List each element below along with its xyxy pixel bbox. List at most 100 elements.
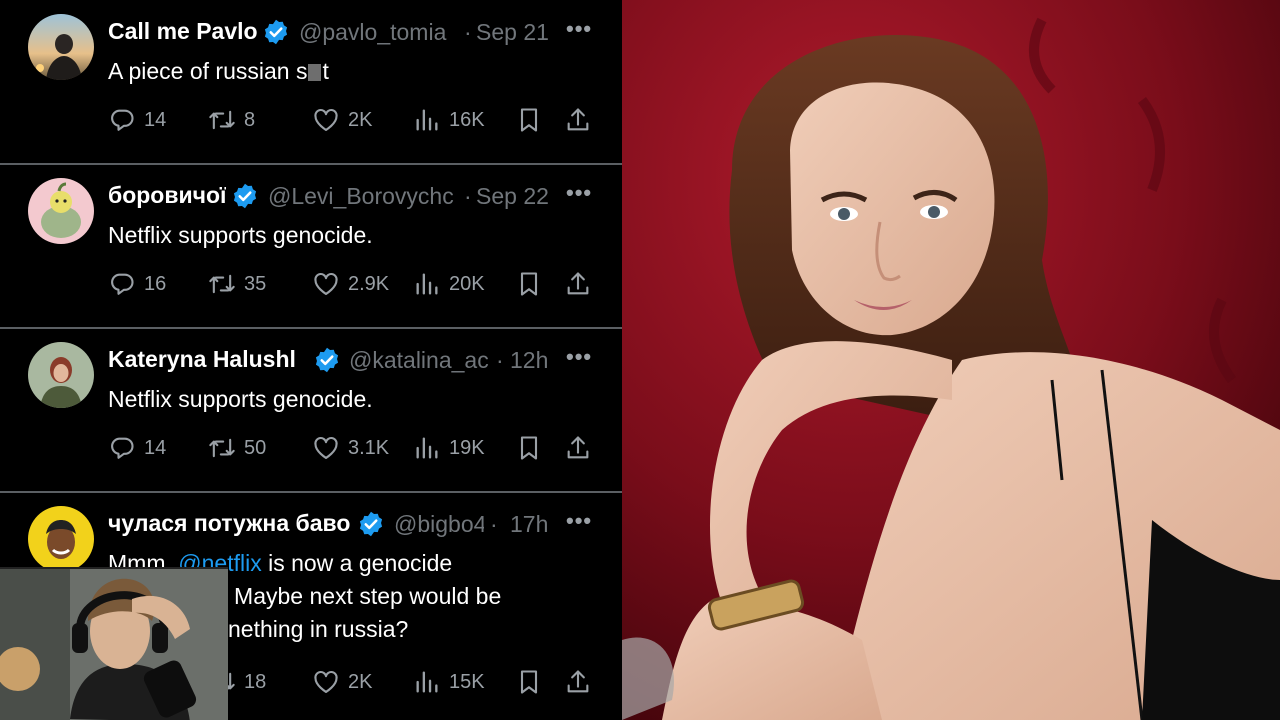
reply-button[interactable]: 14 <box>108 104 166 136</box>
like-button[interactable]: 2K <box>312 666 372 698</box>
reply-button[interactable]: 16 <box>108 268 166 300</box>
like-count: 3.1K <box>348 436 390 459</box>
reply-button[interactable]: 14 <box>108 432 166 464</box>
reply-icon <box>108 106 136 134</box>
view-count: 15K <box>449 670 485 693</box>
timestamp[interactable]: Sep 21 <box>476 19 549 46</box>
repost-count: 18 <box>244 670 267 693</box>
repost-count: 8 <box>244 108 256 131</box>
view-count: 20K <box>449 272 485 295</box>
bookmark-button[interactable] <box>515 104 543 136</box>
view-count: 16K <box>449 108 485 131</box>
tweet-header: чулася потужна баво @bigbo4 · 17h ••• <box>108 508 608 540</box>
tweet-text: Netflix supports genocide. <box>108 222 373 248</box>
share-button[interactable] <box>564 268 592 300</box>
portrait-illustration <box>622 0 1280 720</box>
display-name[interactable]: Call me Pavlο <box>108 18 258 45</box>
timestamp[interactable]: 17h <box>510 511 548 538</box>
bookmark-icon <box>515 434 543 462</box>
views-icon <box>413 106 441 134</box>
repost-count: 35 <box>244 272 267 295</box>
tweet-actions: 14 50 3.1K 19K <box>108 432 608 464</box>
separator-dot: · <box>496 347 504 373</box>
views-button[interactable]: 20K <box>413 268 485 300</box>
streamer-webcam <box>0 569 228 720</box>
views-button[interactable]: 15K <box>413 666 485 698</box>
tweet[interactable]: Kateryna Halushl @katalina_ac · 12h ••• … <box>0 328 622 493</box>
like-button[interactable]: 2.9K <box>312 268 389 300</box>
bookmark-icon <box>515 106 543 134</box>
share-icon <box>564 106 592 134</box>
like-button[interactable]: 3.1K <box>312 432 389 464</box>
avatar[interactable] <box>28 14 94 80</box>
bookmark-button[interactable] <box>515 432 543 464</box>
tweet-header: Call me Pavlο @pavlo_tomia · Sep 21 ••• <box>108 16 608 48</box>
verified-badge-icon <box>262 18 290 46</box>
portrait-photo <box>622 0 1280 720</box>
like-count: 2.9K <box>348 272 390 295</box>
verified-badge-icon <box>231 182 259 210</box>
display-name[interactable]: чулася потужна баво <box>108 510 352 537</box>
reply-icon <box>108 270 136 298</box>
more-options-icon[interactable]: ••• <box>566 180 592 206</box>
tweet[interactable]: боровичої @Levi_Borovychc · Sep 22 ••• N… <box>0 164 622 329</box>
handle[interactable]: @pavlo_tomia <box>299 19 459 46</box>
display-name[interactable]: боровичої <box>108 182 226 209</box>
timestamp[interactable]: 12h <box>510 347 548 374</box>
handle[interactable]: @Levi_Borovychc <box>268 183 460 210</box>
handle[interactable]: @bigbo4 <box>394 511 484 538</box>
bookmark-icon <box>515 270 543 298</box>
avatar[interactable] <box>28 178 94 244</box>
repost-button[interactable]: 35 <box>208 268 266 300</box>
repost-count: 50 <box>244 436 267 459</box>
share-button[interactable] <box>564 432 592 464</box>
repost-button[interactable]: 8 <box>208 104 255 136</box>
more-options-icon[interactable]: ••• <box>566 344 592 370</box>
like-icon <box>312 434 340 462</box>
like-icon <box>312 668 340 696</box>
tweet-text: Netflix supports genocide. <box>108 386 373 412</box>
views-icon <box>413 668 441 696</box>
repost-icon <box>208 434 236 462</box>
more-options-icon[interactable]: ••• <box>566 16 592 42</box>
share-button[interactable] <box>564 666 592 698</box>
share-icon <box>564 434 592 462</box>
timestamp[interactable]: Sep 22 <box>476 183 549 210</box>
share-button[interactable] <box>564 104 592 136</box>
like-icon <box>312 106 340 134</box>
redaction-block <box>308 64 322 81</box>
view-count: 19K <box>449 436 485 459</box>
tweet-header: Kateryna Halushl @katalina_ac · 12h ••• <box>108 344 608 376</box>
repost-button[interactable]: 50 <box>208 432 266 464</box>
verified-badge-icon <box>313 346 341 374</box>
bookmark-icon <box>515 668 543 696</box>
views-button[interactable]: 19K <box>413 432 485 464</box>
like-icon <box>312 270 340 298</box>
bookmark-button[interactable] <box>515 666 543 698</box>
share-icon <box>564 668 592 696</box>
tweet-actions: 14 8 2K 16K <box>108 104 608 136</box>
more-options-icon[interactable]: ••• <box>566 508 592 534</box>
repost-icon <box>208 270 236 298</box>
tweet[interactable]: Call me Pavlο @pavlo_tomia · Sep 21 ••• … <box>0 0 622 165</box>
separator-dot: · <box>464 19 472 45</box>
display-name[interactable]: Kateryna Halushl <box>108 346 308 373</box>
like-button[interactable]: 2K <box>312 104 372 136</box>
like-count: 2K <box>348 108 373 131</box>
tweet-header: боровичої @Levi_Borovychc · Sep 22 ••• <box>108 180 608 212</box>
share-icon <box>564 270 592 298</box>
views-icon <box>413 270 441 298</box>
tweet-text: A piece of russian st <box>108 58 329 84</box>
avatar[interactable] <box>28 342 94 408</box>
bookmark-button[interactable] <box>515 268 543 300</box>
webcam-overlay <box>0 567 228 720</box>
reply-count: 16 <box>144 272 167 295</box>
handle[interactable]: @katalina_ac <box>349 347 491 374</box>
reply-count: 14 <box>144 436 167 459</box>
views-button[interactable]: 16K <box>413 104 485 136</box>
tweet-actions: 16 35 2.9K 20K <box>108 268 608 300</box>
views-icon <box>413 434 441 462</box>
reply-count: 14 <box>144 108 167 131</box>
repost-icon <box>208 106 236 134</box>
avatar[interactable] <box>28 506 94 572</box>
